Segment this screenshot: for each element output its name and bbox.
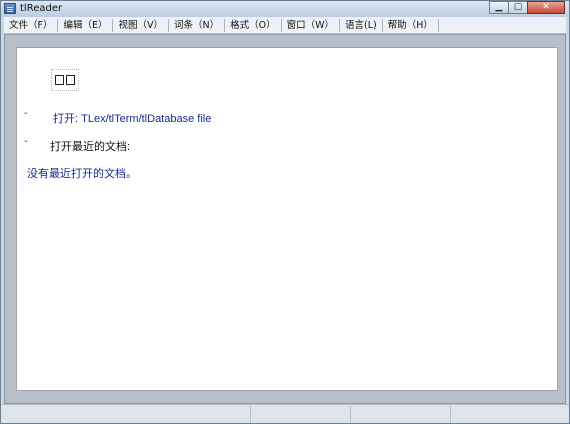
missing-glyph-icon xyxy=(55,75,64,85)
menu-entry[interactable]: 词条（N） xyxy=(169,17,224,34)
status-bar xyxy=(1,404,569,423)
menu-language[interactable]: 语言(L) xyxy=(340,17,382,34)
app-logo-placeholder xyxy=(51,69,79,91)
app-icon[interactable] xyxy=(4,3,16,14)
menu-edit[interactable]: 编辑（E） xyxy=(58,17,112,34)
missing-glyph-icon xyxy=(66,75,75,85)
status-pane-main xyxy=(1,406,251,423)
menu-format[interactable]: 格式（O） xyxy=(225,17,280,34)
status-pane xyxy=(351,406,451,423)
maximize-button[interactable]: ▢ xyxy=(508,1,528,14)
menu-help[interactable]: 帮助（H） xyxy=(383,17,438,34)
bullet-dash: - xyxy=(24,136,28,147)
menu-view[interactable]: 视图（V） xyxy=(113,17,168,34)
window-controls: ▁ ▢ ✕ xyxy=(489,1,565,15)
menu-separator xyxy=(437,18,439,32)
close-button[interactable]: ✕ xyxy=(527,1,565,14)
bullet-dash: - xyxy=(24,108,28,119)
no-recent-documents-text: 没有最近打开的文档。 xyxy=(27,168,137,180)
menu-bar: 文件（F） 编辑（E） 视图（V） 词条（N） 格式（O） 窗口（W） 语言(L… xyxy=(4,17,566,34)
status-pane xyxy=(451,406,567,423)
menu-file[interactable]: 文件（F） xyxy=(4,17,57,34)
start-page: - 打开: TLex/tlTerm/tlDatabase file - 打开最近… xyxy=(16,47,558,391)
app-window: tlReader ▁ ▢ ✕ 文件（F） 编辑（E） 视图（V） 词条（N） 格… xyxy=(0,0,570,424)
open-file-link[interactable]: 打开: TLex/tlTerm/tlDatabase file xyxy=(53,110,211,126)
title-bar[interactable]: tlReader ▁ ▢ ✕ xyxy=(1,1,569,17)
minimize-button[interactable]: ▁ xyxy=(489,1,509,14)
recent-documents-label: 打开最近的文档: xyxy=(50,141,131,153)
status-pane xyxy=(251,406,351,423)
client-area: - 打开: TLex/tlTerm/tlDatabase file - 打开最近… xyxy=(4,34,566,404)
window-title: tlReader xyxy=(20,3,63,14)
menu-window[interactable]: 窗口（W） xyxy=(282,17,339,34)
